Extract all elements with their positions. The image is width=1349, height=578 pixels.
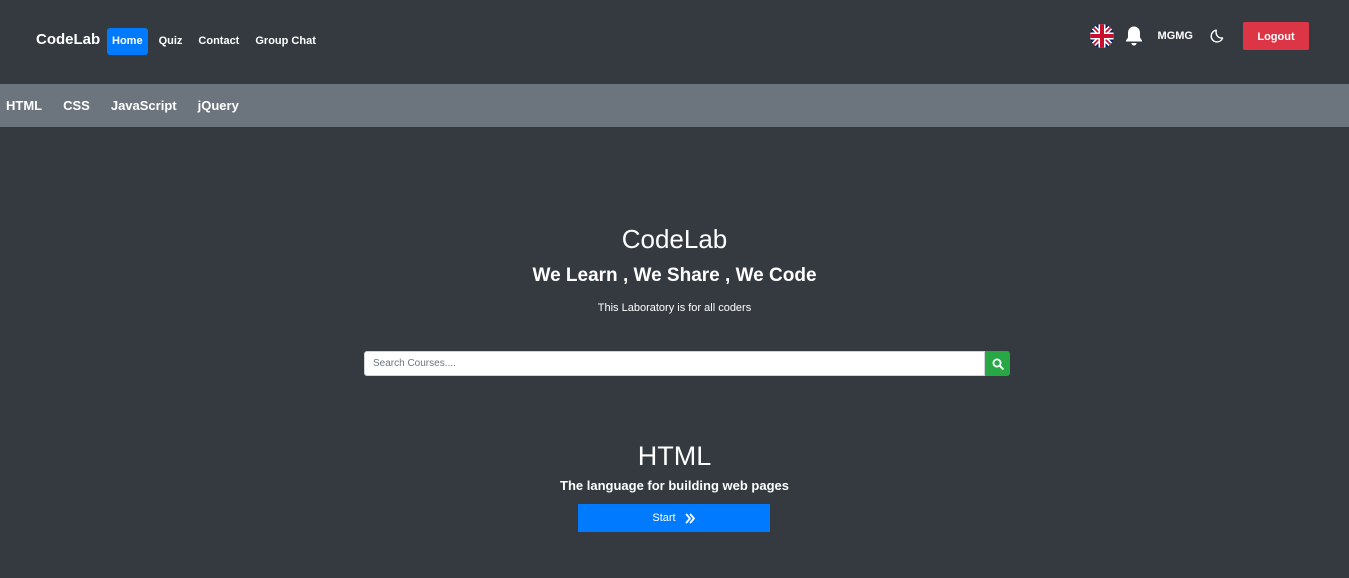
subnav-item-css[interactable]: CSS bbox=[63, 98, 90, 113]
hero-subtitle: We Learn , We Share , We Code bbox=[532, 265, 817, 286]
nav-link-contact[interactable]: Contact bbox=[193, 28, 244, 55]
start-button-label: Start bbox=[652, 512, 676, 524]
double-chevron-right-icon bbox=[685, 513, 695, 523]
username-label[interactable]: MGMG bbox=[1158, 30, 1193, 42]
start-course-button[interactable]: Start bbox=[578, 504, 770, 532]
search-input[interactable] bbox=[364, 351, 985, 376]
logout-button[interactable]: Logout bbox=[1243, 22, 1309, 50]
course-subnav: HTML CSS JavaScript jQuery bbox=[0, 84, 1349, 127]
top-navbar: CodeLab Home Quiz Contact Group Chat MGM… bbox=[0, 0, 1349, 84]
hero-tagline: This Laboratory is for all coders bbox=[597, 302, 752, 314]
subnav-item-html[interactable]: HTML bbox=[6, 98, 42, 113]
hero-title: CodeLab bbox=[621, 224, 728, 254]
brand-logo[interactable]: CodeLab bbox=[36, 31, 100, 49]
nav-link-quiz[interactable]: Quiz bbox=[154, 28, 188, 55]
nav-link-group-chat[interactable]: Group Chat bbox=[250, 28, 321, 55]
course-description: The language for building web pages bbox=[560, 478, 789, 493]
search-icon bbox=[992, 358, 1004, 370]
nav-link-home[interactable]: Home bbox=[107, 28, 148, 55]
main-nav-links: Home Quiz Contact Group Chat bbox=[107, 28, 327, 55]
search-button[interactable] bbox=[985, 351, 1010, 376]
bell-icon[interactable] bbox=[1124, 25, 1144, 47]
navbar-right-controls: MGMG Logout bbox=[1089, 22, 1309, 50]
uk-flag-icon[interactable] bbox=[1089, 24, 1114, 48]
subnav-item-jquery[interactable]: jQuery bbox=[198, 98, 239, 113]
course-title: HTML bbox=[637, 441, 712, 471]
course-search-bar bbox=[364, 351, 1010, 376]
subnav-item-javascript[interactable]: JavaScript bbox=[111, 98, 177, 113]
moon-icon[interactable] bbox=[1210, 29, 1224, 43]
